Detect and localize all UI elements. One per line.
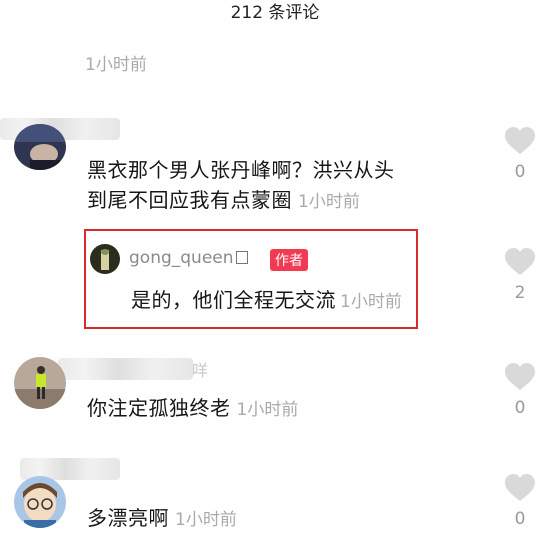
like-count: 0 — [514, 162, 526, 182]
comment-timestamp: 1小时前 — [175, 510, 237, 530]
reply-username[interactable]: gong_queen — [129, 248, 248, 268]
like-count: 0 — [514, 509, 526, 529]
comment-timestamp: 1小时前 — [85, 55, 147, 75]
avatar[interactable] — [14, 357, 66, 409]
like-count: 2 — [514, 283, 526, 303]
username-fragment: 咩 — [192, 361, 209, 380]
author-badge: 作者 — [270, 249, 308, 271]
comment-timestamp: 1小时前 — [298, 192, 360, 212]
reply-text: 是的，他们全程无交流 1小时前 — [131, 288, 402, 312]
comment-text: 多漂亮啊 1小时前 — [87, 506, 237, 530]
comment-text: 你注定孤独终老 1小时前 — [87, 396, 299, 420]
avatar[interactable] — [90, 244, 120, 274]
highlight-frame — [84, 229, 418, 329]
heart-icon[interactable] — [505, 474, 535, 502]
comment-count-title: 212 条评论 — [230, 3, 320, 23]
comment-timestamp: 1小时前 — [236, 400, 299, 420]
comment-line-2: 到尾不回应我有点蒙圈 1小时前 — [87, 188, 360, 212]
avatar[interactable] — [14, 124, 66, 170]
heart-icon[interactable] — [505, 248, 535, 276]
heart-icon[interactable] — [505, 363, 535, 391]
comment-line-1: 黑衣那个男人张丹峰啊？洪兴从头 — [87, 158, 395, 182]
like-count: 0 — [514, 398, 526, 418]
unknown-char-icon — [235, 251, 248, 264]
comments-panel: 212 条评论 1小时前 黑衣那个男人张丹峰啊？洪兴从头 到尾不回应我有点蒙圈 1… — [0, 0, 550, 541]
heart-icon[interactable] — [505, 127, 535, 155]
avatar[interactable] — [14, 476, 66, 528]
comment-text: 黑衣那个男人张丹峰啊？洪兴从头 到尾不回应我有点蒙圈 1小时前 — [87, 155, 395, 217]
blurred-username[interactable] — [58, 358, 193, 380]
reply-timestamp: 1小时前 — [340, 292, 402, 312]
